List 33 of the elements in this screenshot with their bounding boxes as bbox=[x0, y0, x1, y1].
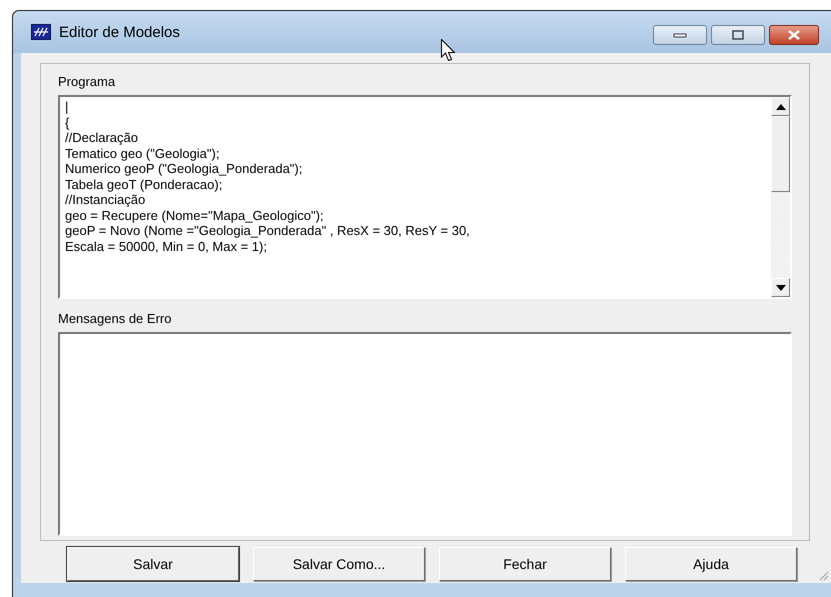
code-line: Tematico geo ("Geologia"); bbox=[65, 146, 220, 161]
maximize-button[interactable] bbox=[711, 25, 765, 45]
program-editor[interactable] bbox=[58, 95, 792, 299]
scroll-up-button[interactable] bbox=[771, 97, 790, 116]
code-line: Numerico geoP ("Geologia_Ponderada"); bbox=[65, 161, 304, 176]
scrollbar[interactable] bbox=[771, 97, 790, 297]
code-line: geo = Recupere (Nome="Mapa_Geologico"); bbox=[65, 208, 325, 223]
up-arrow-icon bbox=[776, 104, 786, 110]
code-line: Escala = 50000, Min = 0, Max = 1); bbox=[65, 238, 268, 254]
dialog-button[interactable]: Fechar bbox=[439, 547, 611, 581]
code-line: geoP = Novo (Nome ="Geologia_Ponderada" , ResX = 30, ResY = 30, bbox=[65, 223, 471, 238]
close-button[interactable] bbox=[769, 25, 819, 45]
program-label: Programa bbox=[58, 74, 116, 89]
down-arrow-icon bbox=[776, 284, 786, 290]
resize-grip-icon bbox=[817, 569, 829, 581]
scroll-down-button[interactable] bbox=[771, 278, 790, 297]
minimize-button[interactable] bbox=[653, 25, 707, 45]
scroll-thumb[interactable] bbox=[771, 116, 790, 192]
window-title: Editor de Modelos bbox=[59, 24, 180, 40]
maximize-icon bbox=[731, 30, 745, 40]
dialog-button[interactable]: Salvar bbox=[67, 547, 239, 581]
mouse-cursor-icon bbox=[441, 39, 455, 61]
close-icon bbox=[786, 29, 802, 41]
dialog-button[interactable]: Salvar Como... bbox=[253, 547, 425, 581]
dialog-button[interactable]: Ajuda bbox=[625, 547, 797, 581]
app-icon bbox=[31, 24, 51, 40]
code-line: { bbox=[65, 114, 70, 130]
code-line: Tabela geoT (Ponderacao); bbox=[65, 176, 224, 192]
errors-label: Mensagens de Erro bbox=[58, 311, 172, 326]
code-line: //Instanciação bbox=[65, 192, 146, 208]
code-line: //Declaração bbox=[65, 130, 139, 146]
code-line: | bbox=[65, 99, 70, 114]
minimize-icon bbox=[673, 32, 687, 38]
